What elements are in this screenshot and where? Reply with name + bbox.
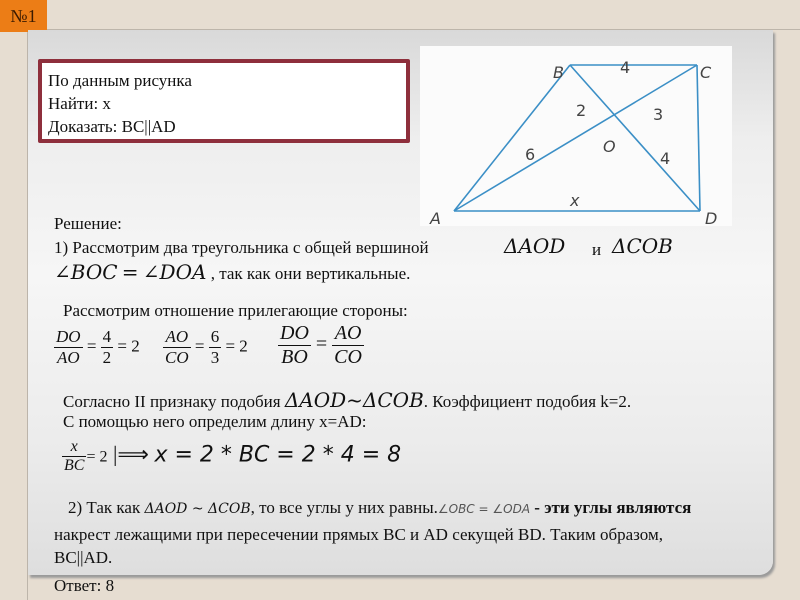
step2-expr: ΔAOD ~ ΔCOB — [144, 501, 251, 517]
ratio3-num1: DO — [278, 322, 311, 346]
step1-angle-line: ∠BOC = ∠DOA , так как они вертикальные. — [54, 260, 410, 284]
answer: Ответ: 8 — [54, 576, 115, 595]
point-B: B — [553, 63, 564, 82]
similarity-text: Согласно II признаку подобия — [63, 392, 281, 411]
formula-den: BC — [64, 457, 85, 474]
solution-heading: Решение: — [54, 214, 122, 233]
ratio2-eq: = — [194, 336, 205, 356]
point-D: D — [705, 209, 717, 226]
ratio1-vnum: 4 — [100, 327, 114, 348]
task-box: По данным рисунка Найти: x Доказать: BC|… — [38, 59, 410, 143]
ratio1-result: = 2 — [117, 336, 140, 356]
trapezoid-diagram: A B C D O x 4 2 3 6 4 — [429, 58, 717, 228]
label-CO: 3 — [653, 105, 663, 124]
label-BO: 2 — [576, 101, 586, 120]
side-AB — [453, 64, 571, 212]
length-text: С помощью него определим длину x=AD: — [63, 412, 367, 431]
ratio2-vden: 3 — [210, 348, 220, 367]
label-x: x — [569, 191, 580, 210]
point-O: O — [603, 137, 616, 156]
point-A: A — [429, 209, 441, 226]
ratio1-eq: = — [86, 336, 97, 356]
task-given: По данным рисунка — [48, 71, 192, 90]
step2-angles: ∠OBC = ∠ODA — [437, 502, 531, 516]
final-formula: x BC = 2 |⟹ x = 2 * BC = 2 * 4 = 8 — [62, 438, 401, 475]
ratio-3: DO BO = AO CO — [278, 322, 364, 369]
side-CD — [696, 64, 701, 212]
label-AO: 6 — [525, 145, 535, 164]
angle-eq: = — [121, 260, 139, 284]
step2-equal-angles: , то все углы у них равны. — [250, 498, 438, 517]
ratio1-den: AO — [56, 348, 80, 367]
diagonal-BD — [569, 64, 701, 212]
step1-reason: , так как они вертикальные. — [210, 264, 411, 283]
ratio2-result: = 2 — [225, 336, 248, 356]
label-BC: 4 — [620, 58, 630, 77]
diagonal-AC — [453, 64, 698, 212]
ratio1-vden: 2 — [102, 348, 112, 367]
similarity-line: Согласно II признаку подобия ΔAOD~ΔCOB. … — [63, 388, 631, 412]
ratio2-vnum: 6 — [208, 327, 222, 348]
geometry-figure: A B C D O x 4 2 3 6 4 — [420, 46, 732, 228]
ratio-intro: Рассмотрим отношение прилегающие стороны… — [63, 301, 408, 320]
formula-num: x — [62, 438, 87, 457]
step2-line3: BC||AD. — [54, 548, 113, 567]
angle-boc: ∠BOC — [54, 260, 118, 284]
implies-arrow: |⟹ — [112, 441, 149, 467]
and-word: и — [592, 240, 602, 259]
ratio3-den1: BO — [281, 346, 308, 368]
task-prove: Доказать: BC||AD — [48, 117, 176, 136]
similarity-expr: ΔAOD~ΔCOB — [284, 388, 424, 412]
triangle-aod: ΔAOD — [504, 234, 566, 258]
ratio-2: AO CO = 63 = 2 — [163, 327, 248, 368]
ratio3-den2: CO — [334, 346, 362, 368]
step2-cont: - эти углы являются — [534, 498, 692, 517]
ratio2-den: CO — [165, 348, 189, 367]
task-find: Найти: x — [48, 94, 111, 113]
point-C: C — [700, 63, 712, 82]
formula-eq: = 2 — [86, 448, 108, 466]
triangle-cob: ΔCOB — [612, 234, 673, 258]
step2-line2: накрест лежащими при пересечении прямых … — [54, 525, 663, 544]
step1-text: 1) Рассмотрим два треугольника с общей в… — [54, 238, 429, 257]
formula-result: x = 2 * BC = 2 * 4 = 8 — [154, 442, 402, 468]
ratio3-num2: AO — [332, 322, 364, 346]
angle-doa: ∠DOA — [142, 260, 207, 284]
ratio-1: DO AO = 42 = 2 — [54, 327, 140, 368]
ratio1-num: DO — [54, 327, 83, 348]
ratio2-num: AO — [163, 327, 191, 348]
step2-intro: 2) Так как — [68, 498, 141, 517]
ratio3-eq: = — [315, 333, 328, 356]
label-DO: 4 — [660, 149, 670, 168]
similarity-coef: . Коэффициент подобия k=2. — [423, 392, 632, 411]
step2-line1: 2) Так как ΔAOD ~ ΔCOB, то все углы у ни… — [68, 498, 691, 518]
slide-number-badge: №1 — [0, 0, 47, 32]
